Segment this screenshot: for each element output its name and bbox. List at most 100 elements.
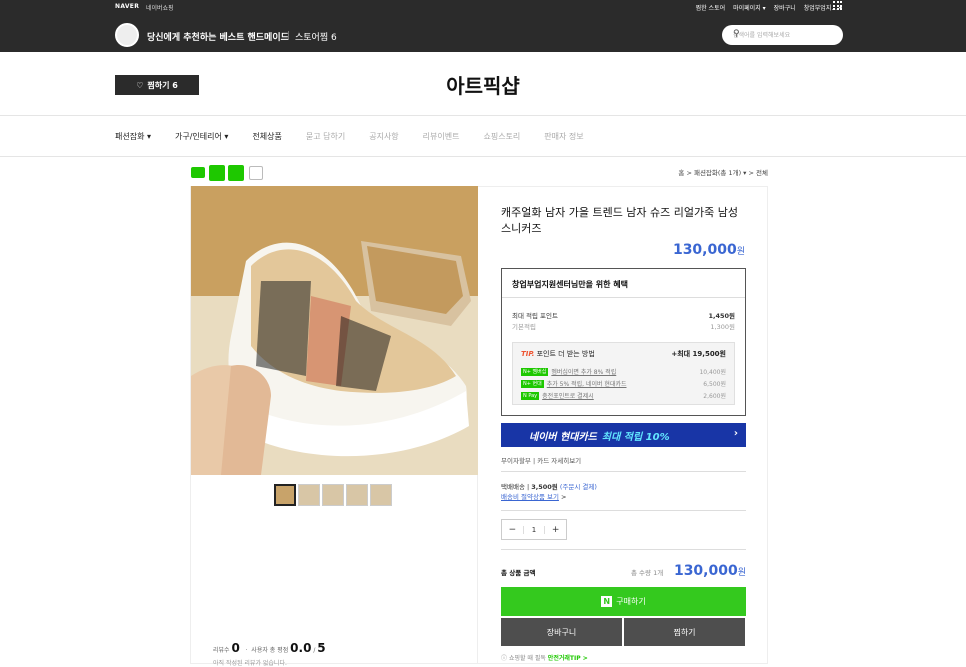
tip-prefix: TIP.: [521, 350, 535, 358]
breadcrumb[interactable]: 홈 > 패션잡화(총 1개) ▾ > 전체: [678, 167, 768, 177]
wish-button[interactable]: 찜하기: [624, 618, 745, 646]
naver-shopping-link[interactable]: 네이버쇼핑: [146, 3, 174, 12]
quantity-stepper: − 1 +: [501, 519, 567, 540]
tip-row[interactable]: N+ 현대 추가 5% 적립, 네이버 현대카드 6,500원: [521, 379, 726, 388]
shipping-fee: 3,500원: [531, 483, 558, 491]
tip-row-value: 2,600원: [703, 393, 726, 400]
thumbnail[interactable]: [370, 484, 392, 506]
search-input[interactable]: 검색어를 입력해보세요 ⚲: [722, 25, 843, 45]
divider: [501, 471, 746, 472]
shipping-saving-link[interactable]: 배송비 절약상품 보기: [501, 493, 559, 501]
nav-notice[interactable]: 공지사항: [369, 131, 398, 142]
store-title[interactable]: 당신에게 추천하는 베스트 핸드메이드: [147, 30, 289, 43]
total-price-value: 130,000: [673, 563, 738, 579]
total-price: 130,000원: [674, 563, 746, 579]
price-currency: 원: [736, 247, 745, 257]
max-point-label: 최대 적립 포인트: [512, 312, 558, 320]
thumbnail[interactable]: [298, 484, 320, 506]
tip-row-text[interactable]: 멤버십이면 추가 8% 적립: [551, 367, 616, 376]
cart-button[interactable]: 장바구니: [501, 618, 622, 646]
max-point-row: 최대 적립 포인트 1,450원: [512, 310, 735, 320]
divider: [501, 510, 746, 511]
total-currency: 원: [737, 568, 746, 578]
card-badge: N+ 현대: [521, 379, 544, 388]
buy-button[interactable]: N 구매하기: [501, 587, 746, 616]
search-icon[interactable]: ⚲: [733, 29, 835, 39]
store-pick-count[interactable]: 스토어찜 6: [295, 30, 337, 43]
link-my-page[interactable]: 마이페이지 ▾: [733, 3, 766, 12]
max-point-value: 1,450원: [708, 312, 735, 320]
tip-row-text[interactable]: 충전포인트로 결제시: [542, 391, 594, 400]
no-review-text: 아직 작성된 리뷰가 없습니다.: [213, 660, 287, 667]
store-avatar[interactable]: [115, 23, 139, 47]
benefit-title: 창업부업지원센터님만을 위한 혜택: [512, 280, 628, 289]
installment-info[interactable]: 무이자할부 | 카드 자세히보기: [501, 455, 581, 465]
safety-tip: ⓘ 쇼핑할 때 필독 안전거래TIP >: [501, 653, 588, 662]
tip-row-value: 6,500원: [703, 381, 726, 388]
basic-point-row: 기본적립 1,300원: [512, 321, 735, 331]
shipping-info: 택배배송 | 3,500원 (주문시 결제) 배송비 절약상품 보기 >: [501, 483, 597, 501]
safety-tip-link[interactable]: 안전거래TIP >: [548, 655, 588, 662]
benefit-box: 창업부업지원센터님만을 위한 혜택 최대 적립 포인트 1,450원 기본적립 …: [501, 268, 746, 416]
shipping-note: (주문시 결제): [559, 483, 597, 491]
buy-label: 구매하기: [616, 597, 646, 606]
review-count: 0: [231, 641, 240, 655]
total-row: 총 상품 금액 총 수량 1개 130,000원: [501, 563, 746, 581]
membership-badge: N+ 멤버십: [521, 367, 549, 376]
card-banner[interactable]: 네이버 현대카드 최대 적립 10% ›: [501, 423, 746, 447]
npay-icon: N: [601, 596, 613, 607]
product-price: 130,000원: [673, 242, 745, 258]
total-quantity: 총 수량 1개: [631, 569, 664, 577]
quantity-value[interactable]: 1: [522, 525, 546, 534]
nav-review-event[interactable]: 리뷰이벤트: [423, 131, 460, 142]
tip-row[interactable]: N Pay 충전포인트로 결제시 2,600원: [521, 391, 726, 400]
basic-point-label: 기본적립: [512, 323, 536, 331]
tip-row-value: 10,400원: [699, 369, 726, 376]
chevron-right-icon: ›: [733, 428, 738, 439]
rating-label: 사용자 총 평점: [251, 647, 289, 654]
global-nav-bar: NAVER 네이버쇼핑 찜한 스토어 마이페이지 ▾ 장바구니 창업부업지...…: [0, 0, 966, 52]
price-value: 130,000: [672, 242, 737, 258]
nav-shopping-story[interactable]: 쇼핑스토리: [483, 131, 520, 142]
store-brand[interactable]: 아트픽샵: [0, 70, 966, 99]
tip-value: +최대 19,500원: [671, 350, 726, 358]
rating-value: 0.0: [290, 641, 312, 655]
nav-qna[interactable]: 묻고 답하기: [306, 131, 345, 142]
talk-icon[interactable]: [191, 167, 205, 178]
nav-furniture[interactable]: 가구/인테리어 ▾: [175, 131, 228, 142]
divider: [288, 31, 289, 40]
product-photo[interactable]: [191, 186, 478, 475]
nav-all-products[interactable]: 전체상품: [252, 131, 281, 142]
card-banner-highlight: 최대 적립 10%: [601, 431, 670, 443]
tip-row-text[interactable]: 추가 5% 적립, 네이버 현대카드: [547, 379, 627, 388]
info-icon: ⓘ: [501, 655, 508, 662]
npay-badge: N Pay: [521, 391, 540, 400]
shipping-label: 택배배송: [501, 483, 525, 491]
nav-fashion[interactable]: 패션잡화 ▾: [115, 131, 151, 142]
review-count-label: 리뷰수: [213, 647, 230, 654]
thumbnail[interactable]: [274, 484, 296, 506]
nav-seller-info[interactable]: 판매자 정보: [544, 131, 583, 142]
store-header: ♡ 찜하기 6 아트픽샵: [0, 52, 966, 116]
product-info: 캐주얼화 남자 가을 트렌드 남자 슈즈 리얼가죽 남성 스니커즈 130,00…: [478, 186, 768, 664]
link-liked-stores[interactable]: 찜한 스토어: [696, 3, 726, 12]
bookmark-icon[interactable]: [228, 165, 244, 181]
product-title: 캐주얼화 남자 가을 트렌드 남자 슈즈 리얼가죽 남성 스니커즈: [501, 206, 738, 235]
thumbnail[interactable]: [322, 484, 344, 506]
card-banner-text: 네이버 현대카드: [529, 431, 597, 443]
tip-row[interactable]: N+ 멤버십 멤버십이면 추가 8% 적립 10,400원: [521, 367, 726, 376]
link-cart[interactable]: 장바구니: [774, 3, 796, 12]
share-icon[interactable]: [249, 166, 263, 180]
quantity-minus-button[interactable]: −: [502, 525, 523, 535]
tip-box: TIP. 포인트 더 받는 방법 +최대 19,500원 N+ 멤버십 멤버십이면…: [512, 342, 735, 405]
naver-logo[interactable]: NAVER: [115, 3, 139, 10]
apps-grid-icon[interactable]: [833, 1, 842, 10]
thumbnail[interactable]: [346, 484, 368, 506]
quantity-plus-button[interactable]: +: [545, 525, 566, 535]
blog-icon[interactable]: [209, 165, 225, 181]
sneaker-illustration: [191, 186, 478, 475]
divider: [501, 549, 746, 550]
top-links: 찜한 스토어 마이페이지 ▾ 장바구니 창업부업지... ▾: [696, 3, 842, 12]
category-nav: 패션잡화 ▾ 가구/인테리어 ▾ 전체상품 묻고 답하기 공지사항 리뷰이벤트 …: [0, 117, 966, 157]
product-gallery: 리뷰수 0 · 사용자 총 평점 0.0 / 5 아직 작성된 리뷰가 없습니다…: [190, 186, 478, 667]
